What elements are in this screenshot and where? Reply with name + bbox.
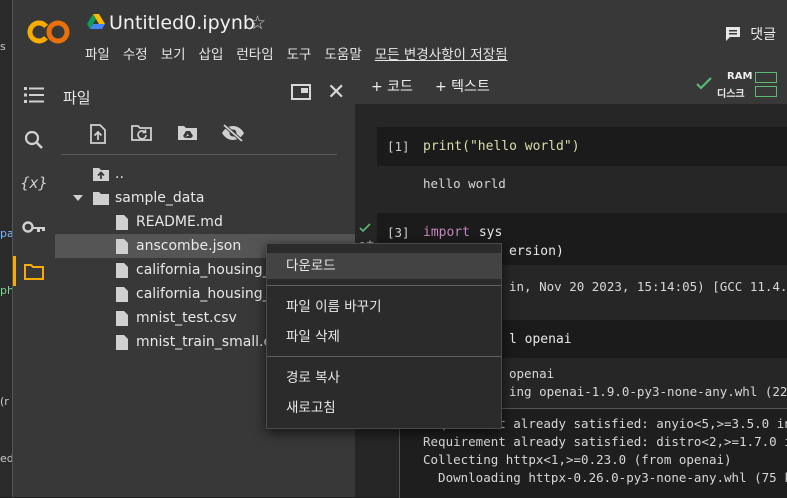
comments-label: 댓글 [750, 27, 776, 43]
hide-files-icon[interactable] [221, 123, 244, 144]
tree-item-parent[interactable]: .. [55, 162, 355, 186]
connected-check-icon[interactable] [695, 74, 713, 92]
cell-code[interactable]: l openai [509, 332, 572, 347]
header: Untitled0.ipynb ☆ 파일 수정 보기 삽입 런타임 도구 도움말… [13, 0, 787, 66]
menu-runtime[interactable]: 런타임 [236, 43, 273, 63]
menu-item-download[interactable]: 다운로드 [267, 253, 501, 279]
background-text: s [0, 40, 6, 53]
tree-item-label: .. [115, 166, 124, 182]
close-icon[interactable]: ✕ [327, 80, 345, 105]
variables-icon[interactable]: {x} [20, 170, 47, 196]
upload-file-icon[interactable] [89, 124, 111, 144]
mount-drive-icon[interactable] [177, 124, 199, 144]
parent-folder-icon [93, 168, 109, 181]
cell-prompt: [1] [387, 139, 410, 154]
menu-file[interactable]: 파일 [85, 43, 110, 63]
tree-item-label: sample_data [115, 190, 205, 206]
left-rail: {x} [13, 66, 55, 497]
file-icon [116, 262, 128, 278]
menu-divider [267, 356, 501, 357]
caret-down-icon[interactable] [73, 194, 83, 202]
comment-icon [726, 27, 741, 41]
notebook-toolbar: + 코드 + 텍스트 RAM 디스크 [355, 66, 787, 104]
cell-prompt: [3] [387, 225, 410, 240]
file-icon [116, 214, 128, 230]
menu-edit[interactable]: 수정 [123, 43, 148, 63]
tree-item-label: mnist_test.csv [136, 310, 237, 326]
menu-divider [267, 285, 501, 286]
key-icon[interactable] [21, 214, 47, 240]
saved-status-link[interactable]: 모든 변경사항이 저장됨 [375, 43, 508, 63]
cell-output: hello world [377, 166, 787, 200]
check-icon [359, 223, 371, 233]
folder-icon[interactable] [21, 258, 47, 284]
add-text-button[interactable]: + 텍스트 [435, 76, 490, 96]
colab-window: Untitled0.ipynb ☆ 파일 수정 보기 삽입 런타임 도구 도움말… [12, 0, 787, 498]
disk-meter[interactable] [755, 86, 777, 97]
cell-code[interactable]: print("hello world") [423, 139, 580, 154]
menu-insert[interactable]: 삽입 [199, 43, 224, 63]
cell-code-line[interactable]: ersion) [509, 244, 564, 259]
tree-item-file[interactable]: README.md [55, 210, 355, 234]
output-line: Downloading httpx-0.26.0-py3-none-any.wh… [423, 470, 787, 485]
file-icon [116, 238, 128, 254]
background-window-edge: s pa ph (r ed [0, 0, 14, 497]
maximize-panel-icon[interactable] [291, 84, 311, 100]
tree-item-label: mnist_train_small.csv [136, 334, 287, 350]
output-text: in, Nov 20 2023, 15:14:05) [GCC 11.4.0] [509, 279, 787, 294]
tree-item-label: README.md [136, 214, 223, 230]
menu-help[interactable]: 도움말 [324, 43, 361, 63]
divider [61, 154, 337, 155]
menu-tools[interactable]: 도구 [287, 43, 312, 63]
notebook-title[interactable]: Untitled0.ipynb [109, 12, 255, 34]
star-icon[interactable]: ☆ [249, 12, 266, 34]
code-cell[interactable]: [1] print("hello world") [377, 127, 787, 166]
menu-item-delete[interactable]: 파일 삭제 [267, 324, 501, 350]
folder-icon [93, 192, 109, 205]
add-code-button[interactable]: + 코드 [371, 76, 413, 96]
menu-item-rename[interactable]: 파일 이름 바꾸기 [267, 294, 501, 320]
menu-bar: 파일 수정 보기 삽입 런타임 도구 도움말 모든 변경사항이 저장됨 [85, 43, 508, 63]
menu-item-refresh[interactable]: 새로고침 [267, 395, 501, 421]
background-text: (r [0, 395, 9, 408]
file-context-menu: 다운로드 파일 이름 바꾸기 파일 삭제 경로 복사 새로고침 [266, 243, 502, 429]
file-icon [116, 334, 128, 350]
refresh-folder-icon[interactable] [131, 124, 153, 144]
search-icon[interactable] [21, 127, 47, 153]
comments-button[interactable]: 댓글 [724, 24, 776, 44]
menu-item-copy-path[interactable]: 경로 복사 [267, 365, 501, 391]
code-keyword[interactable]: import [423, 225, 470, 240]
google-drive-icon[interactable] [87, 14, 105, 30]
output-line: openai [509, 366, 555, 381]
file-icon [116, 286, 128, 302]
files-panel-title: 파일 [63, 89, 91, 107]
output-line: Requirement already satisfied: distro<2,… [423, 434, 787, 449]
cell-code[interactable]: sys [471, 225, 503, 240]
output-line: ing openai-1.9.0-py3-none-any.whl (223 k… [509, 384, 787, 399]
active-indicator [13, 256, 16, 286]
colab-logo[interactable] [27, 18, 71, 46]
ram-meter[interactable] [755, 72, 777, 83]
toc-icon[interactable] [21, 82, 47, 108]
menu-view[interactable]: 보기 [161, 43, 186, 63]
file-icon [116, 310, 128, 326]
tree-item-label: anscombe.json [136, 238, 242, 254]
output-text: hello world [423, 176, 506, 191]
output-line: Collecting httpx<1,>=0.23.0 (from openai… [423, 452, 732, 467]
disk-label[interactable]: 디스크 [717, 85, 745, 100]
ram-label[interactable]: RAM [727, 71, 752, 82]
tree-item-folder[interactable]: sample_data [55, 186, 355, 210]
